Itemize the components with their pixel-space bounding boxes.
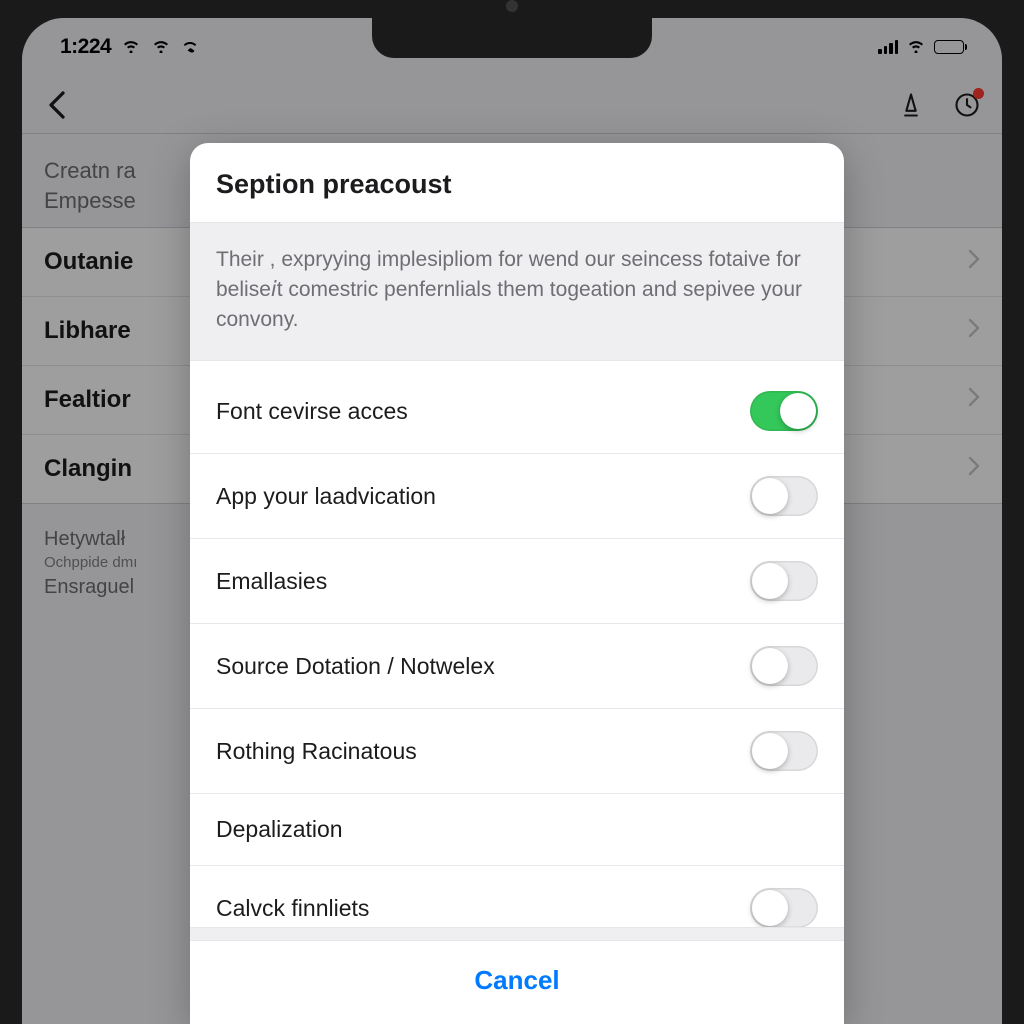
option-label: Depalization bbox=[216, 816, 343, 843]
option-row: Source Dotation / Notwelex bbox=[190, 624, 844, 709]
modal-sheet: Seption preacoust Their , expryying impl… bbox=[190, 143, 844, 1024]
modal-description: Their , expryying implesipliom for wend … bbox=[190, 223, 844, 361]
cancel-button[interactable]: Cancel bbox=[190, 941, 844, 1024]
option-row[interactable]: Depalization bbox=[190, 794, 844, 866]
option-row: App your laadvication bbox=[190, 454, 844, 539]
option-label: Source Dotation / Notwelex bbox=[216, 653, 495, 680]
option-label: Rothing Racinatous bbox=[216, 738, 417, 765]
option-row: Emallasies bbox=[190, 539, 844, 624]
option-label: Calvck finnliets bbox=[216, 895, 369, 922]
toggle-switch[interactable] bbox=[750, 561, 818, 601]
option-label: App your laadvication bbox=[216, 483, 436, 510]
toggle-switch[interactable] bbox=[750, 476, 818, 516]
option-label: Font cevirse acces bbox=[216, 398, 408, 425]
option-row: Rothing Racinatous bbox=[190, 709, 844, 794]
option-row: Calvck finnliets bbox=[190, 866, 844, 927]
toggle-switch[interactable] bbox=[750, 391, 818, 431]
option-label: Emallasies bbox=[216, 568, 327, 595]
toggle-switch[interactable] bbox=[750, 888, 818, 927]
modal-title: Seption preacoust bbox=[190, 143, 844, 223]
toggle-switch[interactable] bbox=[750, 646, 818, 686]
option-row: Font cevirse acces bbox=[190, 361, 844, 454]
toggle-switch[interactable] bbox=[750, 731, 818, 771]
